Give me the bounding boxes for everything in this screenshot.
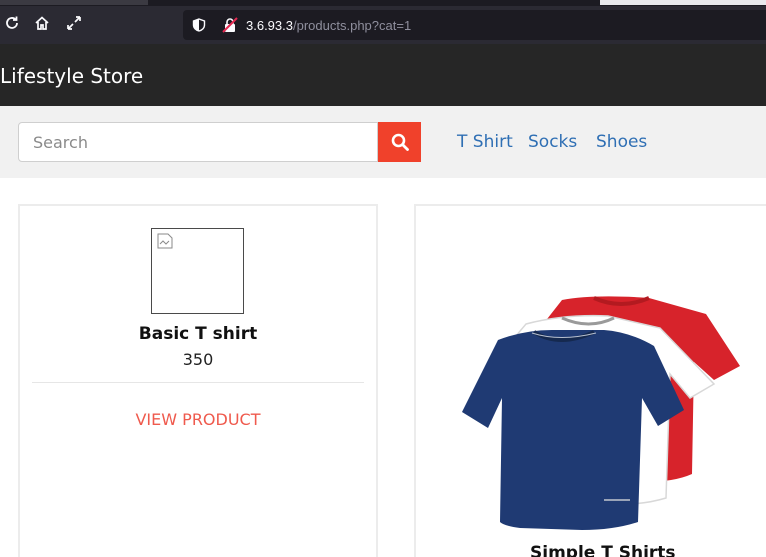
- product-name: Basic T shirt: [138, 324, 258, 344]
- category-link-t-shirt[interactable]: T Shirt: [457, 132, 513, 152]
- product-price: 350: [182, 350, 214, 369]
- card-divider: [32, 382, 364, 383]
- url-text[interactable]: 3.6.93.3/products.php?cat=1: [246, 18, 411, 33]
- url-path: /products.php?cat=1: [293, 17, 412, 33]
- view-product-link[interactable]: VIEW PRODUCT: [20, 410, 376, 429]
- tab[interactable]: [0, 0, 148, 5]
- search-button[interactable]: [378, 122, 421, 162]
- reload-icon: [6, 16, 18, 29]
- product-card: Simple T Shirts: [414, 204, 766, 557]
- tab-strip: [0, 0, 766, 6]
- url-host: 3.6.93.3: [246, 17, 293, 33]
- browser-toolbar: 3.6.93.3/products.php?cat=1: [0, 0, 766, 44]
- home-icon: [35, 16, 49, 30]
- tab[interactable]: [600, 0, 766, 5]
- product-name: Simple T Shirts: [530, 543, 676, 557]
- search-bar: T Shirt Socks Shoes: [0, 106, 766, 178]
- product-image[interactable]: [444, 292, 744, 530]
- home-button[interactable]: [31, 12, 53, 34]
- fullscreen-icon: [67, 16, 81, 30]
- broken-image-icon: [157, 233, 173, 249]
- category-link-shoes[interactable]: Shoes: [596, 132, 647, 152]
- reload-button[interactable]: [1, 12, 23, 34]
- fullscreen-button[interactable]: [63, 12, 85, 34]
- store-brand[interactable]: Lifestyle Store: [0, 64, 143, 88]
- store-header: Lifestyle Store: [0, 44, 766, 106]
- product-card: Basic T shirt 350 VIEW PRODUCT: [18, 204, 378, 557]
- search-icon: [391, 133, 409, 151]
- product-image[interactable]: [151, 228, 244, 314]
- category-link-socks[interactable]: Socks: [528, 132, 577, 152]
- url-bar[interactable]: 3.6.93.3/products.php?cat=1: [183, 10, 766, 40]
- shield-icon[interactable]: [192, 18, 206, 32]
- insecure-lock-icon[interactable]: [222, 17, 238, 33]
- search-input[interactable]: [18, 122, 378, 162]
